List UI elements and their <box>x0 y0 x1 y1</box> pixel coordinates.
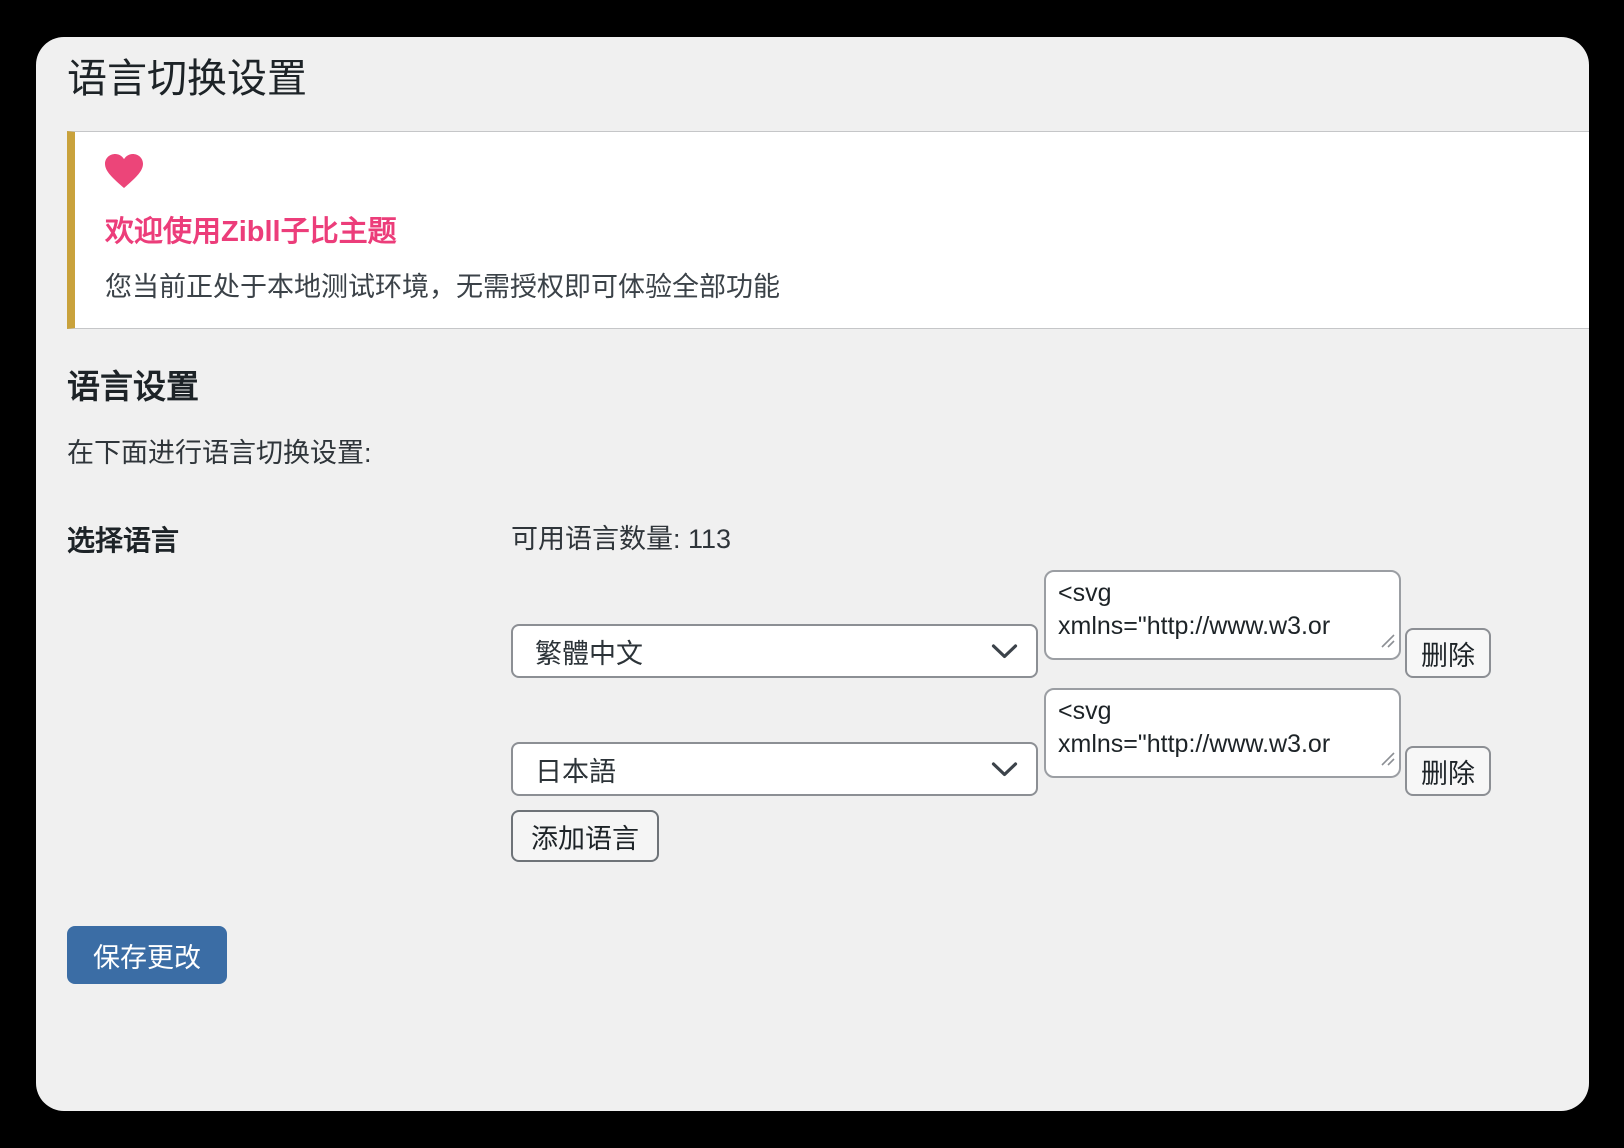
icon-code-textarea[interactable]: <svg xmlns="http://www.w3.or <box>1044 688 1401 778</box>
language-select-value: 日本語 <box>535 756 616 787</box>
language-select[interactable]: 繁體中文 <box>511 624 1038 678</box>
submit-row: 保存更改 <box>67 926 1589 984</box>
settings-card: 语言切换设置 欢迎使用Zibll子比主题 您当前正处于本地测试环境，无需授权即可… <box>36 37 1589 1111</box>
language-field: 可用语言数量: 113 繁體中文 <svg xmlns="http://www.… <box>511 522 1589 862</box>
welcome-notice: 欢迎使用Zibll子比主题 您当前正处于本地测试环境，无需授权即可体验全部功能 <box>67 131 1589 329</box>
icon-code-field-wrap: <svg xmlns="http://www.w3.or <box>1044 688 1401 778</box>
section-intro: 在下面进行语言切换设置: <box>67 438 372 468</box>
icon-code-field-wrap: <svg xmlns="http://www.w3.or <box>1044 570 1401 660</box>
resize-handle-icon[interactable] <box>1380 633 1396 654</box>
language-select[interactable]: 日本語 <box>511 742 1038 796</box>
save-button[interactable]: 保存更改 <box>67 926 227 984</box>
delete-language-button[interactable]: 删除 <box>1405 628 1491 678</box>
section-heading: 语言设置 <box>67 368 199 405</box>
language-form-row: 选择语言 可用语言数量: 113 繁體中文 <svg xmlns="http:/… <box>67 522 1589 862</box>
available-language-count: 可用语言数量: 113 <box>511 524 732 554</box>
notice-description: 您当前正处于本地测试环境，无需授权即可体验全部功能 <box>105 272 780 302</box>
delete-language-button[interactable]: 删除 <box>1405 746 1491 796</box>
select-language-label: 选择语言 <box>67 525 180 556</box>
chevron-down-icon <box>991 636 1018 667</box>
heart-icon <box>105 154 1559 194</box>
icon-code-textarea[interactable]: <svg xmlns="http://www.w3.or <box>1044 570 1401 660</box>
resize-handle-icon[interactable] <box>1380 751 1396 772</box>
language-row: 繁體中文 <svg xmlns="http://www.w3.or 删除 <box>511 570 1589 678</box>
notice-heading: 欢迎使用Zibll子比主题 <box>105 216 397 248</box>
chevron-down-icon <box>991 754 1018 785</box>
page-title: 语言切换设置 <box>67 57 307 101</box>
language-select-value: 繁體中文 <box>535 638 643 669</box>
add-language-button[interactable]: 添加语言 <box>511 810 659 862</box>
language-row: 日本語 <svg xmlns="http://www.w3.or 删除 <box>511 688 1589 796</box>
